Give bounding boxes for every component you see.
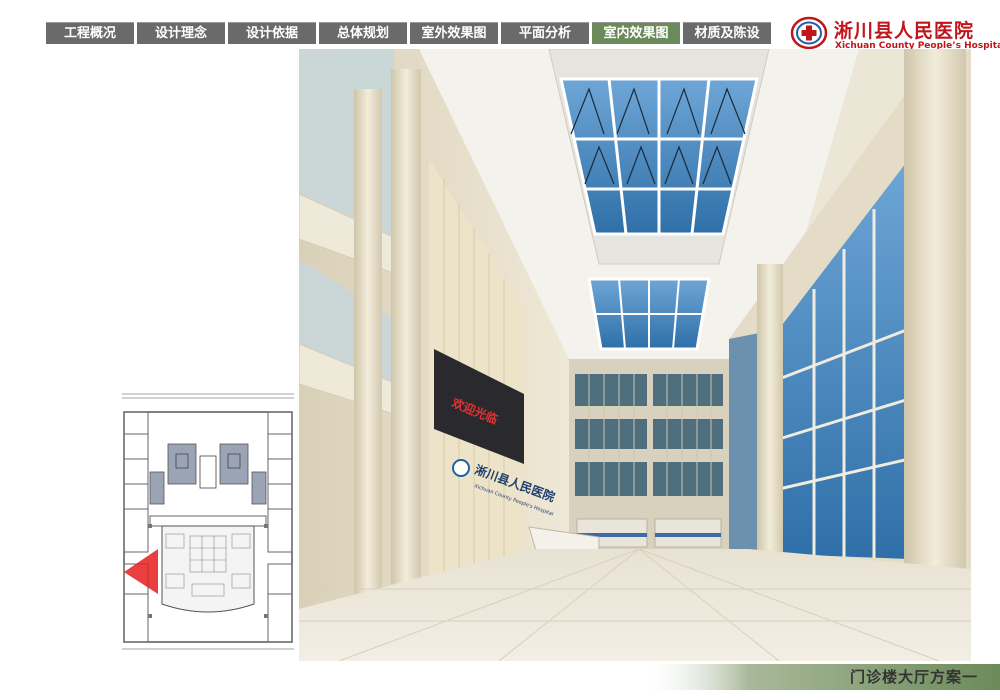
- nav-item-exterior-renderings[interactable]: 室外效果图: [410, 22, 498, 44]
- nav-item-plan-analysis[interactable]: 平面分析: [501, 22, 589, 44]
- lobby-rendering: 欢迎光临 淅川县人民医院 Xichuan County People's Hos…: [299, 49, 971, 661]
- nav-item-materials-furnishings[interactable]: 材质及陈设: [683, 22, 771, 44]
- nav-item-design-basis[interactable]: 设计依据: [228, 22, 316, 44]
- wall-sign-emblem-icon: [452, 459, 470, 477]
- nav-item-master-plan[interactable]: 总体规划: [319, 22, 407, 44]
- hospital-emblem-icon: [790, 16, 828, 50]
- hospital-name-cn: 淅川县人民医院: [834, 20, 975, 42]
- nav-item-design-concept[interactable]: 设计理念: [137, 22, 225, 44]
- page-caption: 门诊楼大厅方案一: [849, 668, 978, 686]
- nav-item-project-overview[interactable]: 工程概况: [46, 22, 134, 44]
- top-nav: 工程概况 设计理念 设计依据 总体规划 室外效果图 平面分析 室内效果图 材质及…: [46, 22, 771, 44]
- floor-plan-key: [120, 384, 296, 664]
- hospital-logo: 淅川县人民医院 Xichuan County People’s Hospital: [790, 14, 1000, 54]
- nav-item-interior-renderings[interactable]: 室内效果图: [592, 22, 680, 44]
